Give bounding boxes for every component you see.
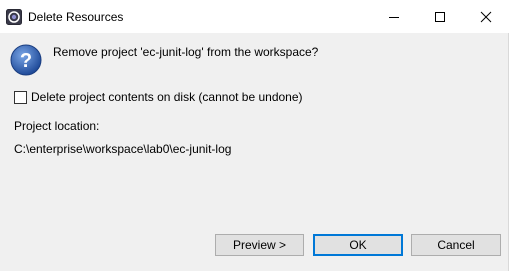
close-button[interactable] [463, 0, 509, 33]
close-icon [480, 11, 492, 23]
maximize-icon [435, 12, 445, 22]
delete-contents-option[interactable]: Delete project contents on disk (cannot … [14, 89, 303, 105]
ok-button[interactable]: OK [313, 234, 403, 256]
svg-text:?: ? [20, 50, 32, 72]
question-icon: ? [10, 44, 42, 76]
title-bar[interactable]: Delete Resources [0, 0, 509, 33]
minimize-icon [389, 17, 399, 18]
maximize-button[interactable] [417, 0, 463, 33]
preview-button[interactable]: Preview > [215, 234, 304, 256]
project-location-label: Project location: [14, 119, 100, 133]
delete-contents-checkbox[interactable] [14, 90, 27, 104]
cancel-button[interactable]: Cancel [411, 234, 501, 256]
project-location-value: C:\enterprise\workspace\lab0\ec-junit-lo… [14, 142, 232, 156]
confirmation-message: Remove project 'ec-junit-log' from the w… [53, 45, 319, 59]
delete-contents-label[interactable]: Delete project contents on disk (cannot … [31, 90, 303, 104]
eclipse-app-icon [6, 9, 22, 25]
window-title: Delete Resources [28, 10, 124, 24]
minimize-button[interactable] [371, 0, 417, 33]
delete-resources-dialog: Delete Resources ? Remove project 'ec-ju… [0, 0, 509, 271]
